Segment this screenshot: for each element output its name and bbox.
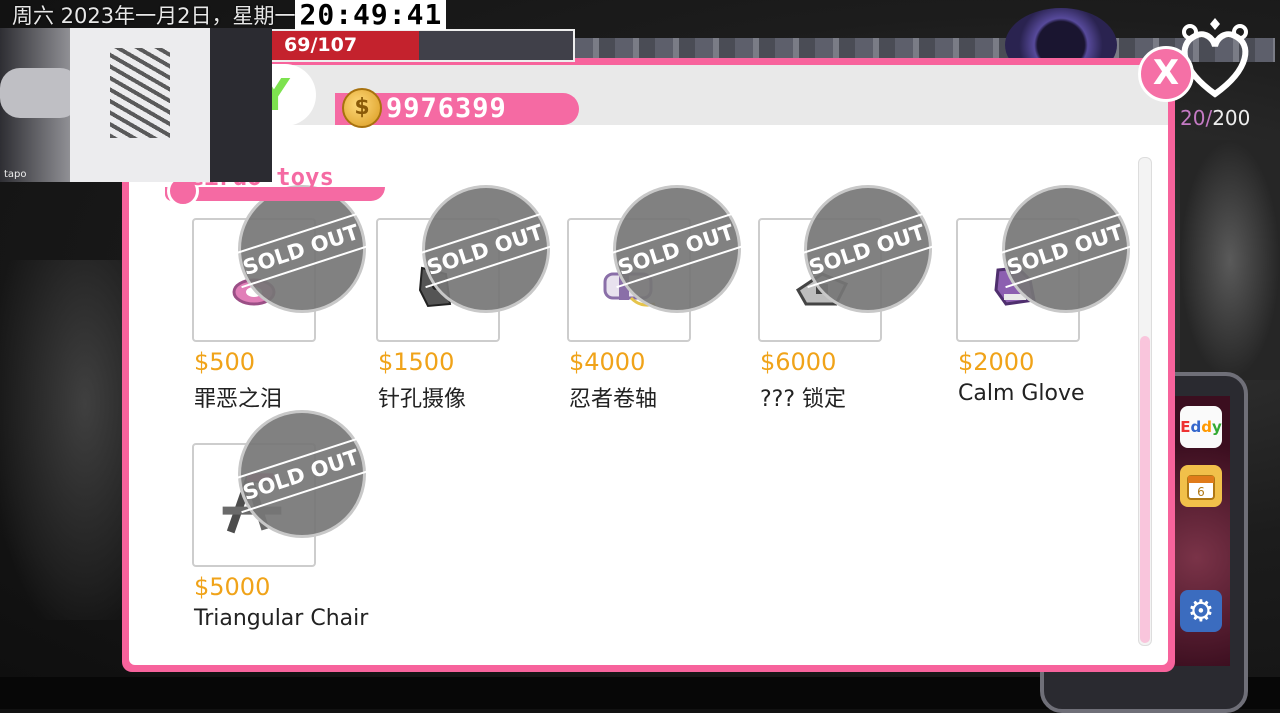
- item-name: Calm Glove: [958, 381, 1085, 406]
- webcam-shirt-print: [110, 48, 170, 138]
- heart-max: 200: [1212, 106, 1251, 130]
- sold-out-badge: SOLD OUT: [414, 185, 556, 313]
- item-price: $500: [194, 348, 256, 376]
- hp-bar: 69/107: [272, 29, 575, 62]
- sold-out-label: SOLD OUT: [605, 211, 747, 289]
- item-price: $2000: [958, 348, 1035, 376]
- close-button[interactable]: X: [1138, 46, 1194, 102]
- shop-item[interactable]: SOLD OUT $1500 针孔摄像: [376, 185, 576, 418]
- sold-out-badge: SOLD OUT: [796, 185, 938, 313]
- item-price: $1500: [378, 348, 455, 376]
- timestamp-clock: 20:49:41: [295, 0, 447, 30]
- shop-item[interactable]: SOLD OUT $6000 ??? 锁定: [758, 185, 958, 418]
- item-name: 罪恶之泪: [194, 387, 283, 412]
- webcam-logo: tapo: [4, 169, 27, 180]
- timestamp-date: 周六 2023年一月2日，星期一: [12, 4, 296, 28]
- background-blur-right: [1180, 140, 1280, 380]
- coin-icon: $: [342, 88, 382, 128]
- sold-out-badge: SOLD OUT: [230, 410, 372, 538]
- shop-item[interactable]: SOLD OUT $5000 Triangular Chair: [192, 410, 392, 643]
- money-amount: 9976399: [386, 93, 507, 124]
- shop-item[interactable]: SOLD OUT $500 罪恶之泪: [192, 185, 392, 418]
- shop-scrollbar[interactable]: [1138, 157, 1152, 646]
- shop-scrollbar-thumb[interactable]: [1140, 336, 1150, 643]
- sold-out-label: SOLD OUT: [994, 211, 1136, 289]
- webcam-overlay: tapo: [0, 28, 272, 182]
- sold-out-badge: SOLD OUT: [994, 185, 1136, 313]
- hp-text: 69/107: [284, 34, 358, 56]
- item-name: Triangular Chair: [194, 606, 369, 631]
- gear-icon[interactable]: ⚙: [1180, 590, 1222, 632]
- shop-item[interactable]: SOLD OUT $4000 忍者卷轴: [567, 185, 767, 418]
- heart-current: 20/: [1180, 106, 1213, 130]
- sold-out-label: SOLD OUT: [796, 211, 938, 289]
- sold-out-label: SOLD OUT: [230, 211, 372, 289]
- item-name: ??? 锁定: [760, 387, 847, 412]
- sold-out-badge: SOLD OUT: [605, 185, 747, 313]
- sold-out-label: SOLD OUT: [414, 211, 556, 289]
- heart-counter: 20/200: [1180, 106, 1250, 130]
- svg-text:6: 6: [1197, 485, 1205, 499]
- eddy-app-icon[interactable]: Eddy: [1180, 406, 1222, 448]
- item-price: $6000: [760, 348, 837, 376]
- stream-timestamp: 周六 2023年一月2日，星期一 20:49:41: [0, 0, 447, 30]
- item-name: 忍者卷轴: [569, 387, 658, 412]
- calendar-icon[interactable]: 6: [1180, 465, 1222, 507]
- webcam-chair: [210, 28, 272, 182]
- shop-item[interactable]: SOLD OUT $2000 Calm Glove: [956, 185, 1156, 418]
- sold-out-label: SOLD OUT: [230, 436, 372, 514]
- item-price: $4000: [569, 348, 646, 376]
- item-price: $5000: [194, 573, 271, 601]
- item-name: 针孔摄像: [378, 387, 467, 412]
- calendar-glyph-icon: 6: [1187, 475, 1215, 500]
- webcam-arm: [0, 68, 80, 118]
- sold-out-badge: SOLD OUT: [230, 185, 372, 313]
